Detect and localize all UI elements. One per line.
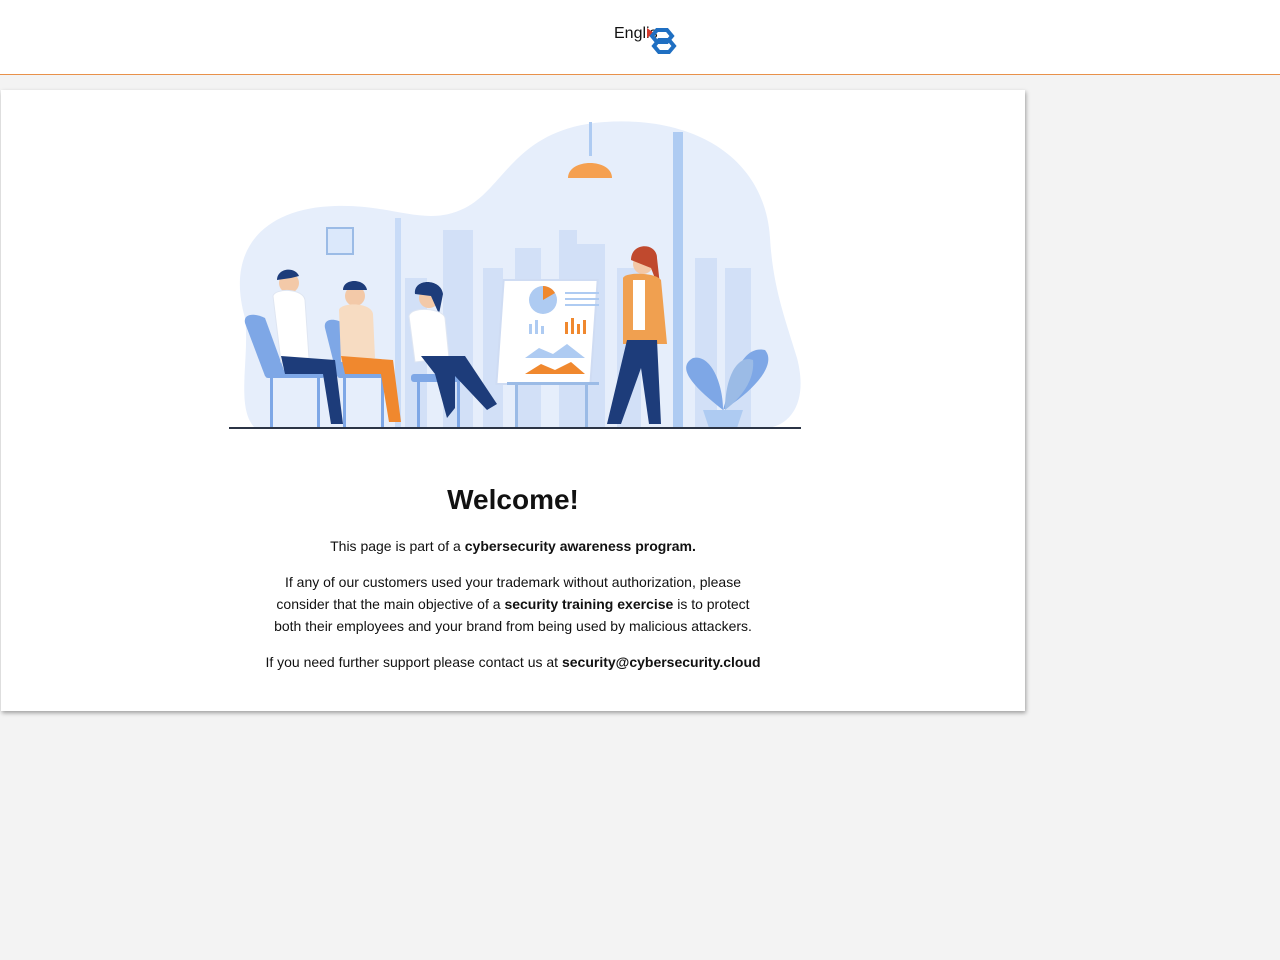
team-meeting-illustration [229, 121, 801, 429]
page-title: Welcome! [447, 484, 579, 515]
intro-text: This page is part of a [330, 538, 461, 554]
body-paragraph: If any of our customers used your tradem… [1, 571, 1025, 637]
contact-paragraph: If you need further support please conta… [1, 651, 1025, 673]
contact-email-link[interactable]: security@cybersecurity.cloud [562, 654, 761, 670]
company-logo-icon [649, 28, 677, 54]
body-emphasis: security training exercise [504, 596, 674, 612]
intro-paragraph: This page is part of a cybersecurity awa… [1, 535, 1025, 557]
contact-text: If you need further support please conta… [265, 654, 559, 670]
intro-emphasis: cybersecurity awareness program. [464, 538, 696, 554]
top-bar: English [0, 0, 1280, 75]
welcome-card: Welcome! This page is part of a cybersec… [1, 90, 1025, 711]
